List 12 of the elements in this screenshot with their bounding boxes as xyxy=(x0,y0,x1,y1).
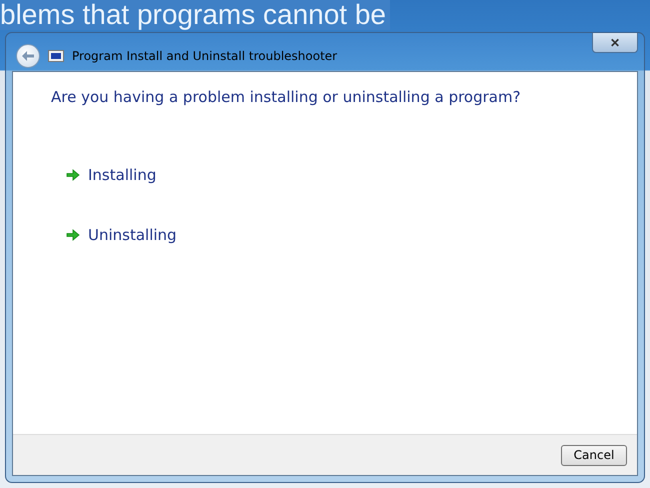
back-button[interactable] xyxy=(16,44,40,68)
option-link[interactable]: Uninstalling xyxy=(88,226,177,244)
arrow-icon xyxy=(66,169,80,181)
arrow-icon xyxy=(22,51,34,61)
arrow-icon xyxy=(66,229,80,241)
cancel-button[interactable]: Cancel xyxy=(561,444,627,466)
program-icon xyxy=(48,50,64,62)
page-heading: blems that programs cannot be xyxy=(0,0,390,30)
option-link[interactable]: Installing xyxy=(88,166,156,184)
close-button[interactable]: ✕ xyxy=(592,33,638,53)
window-title: Program Install and Uninstall troubleshooter xyxy=(72,49,338,63)
question-heading: Are you having a problem installing or uninstalling a program? xyxy=(51,88,522,106)
